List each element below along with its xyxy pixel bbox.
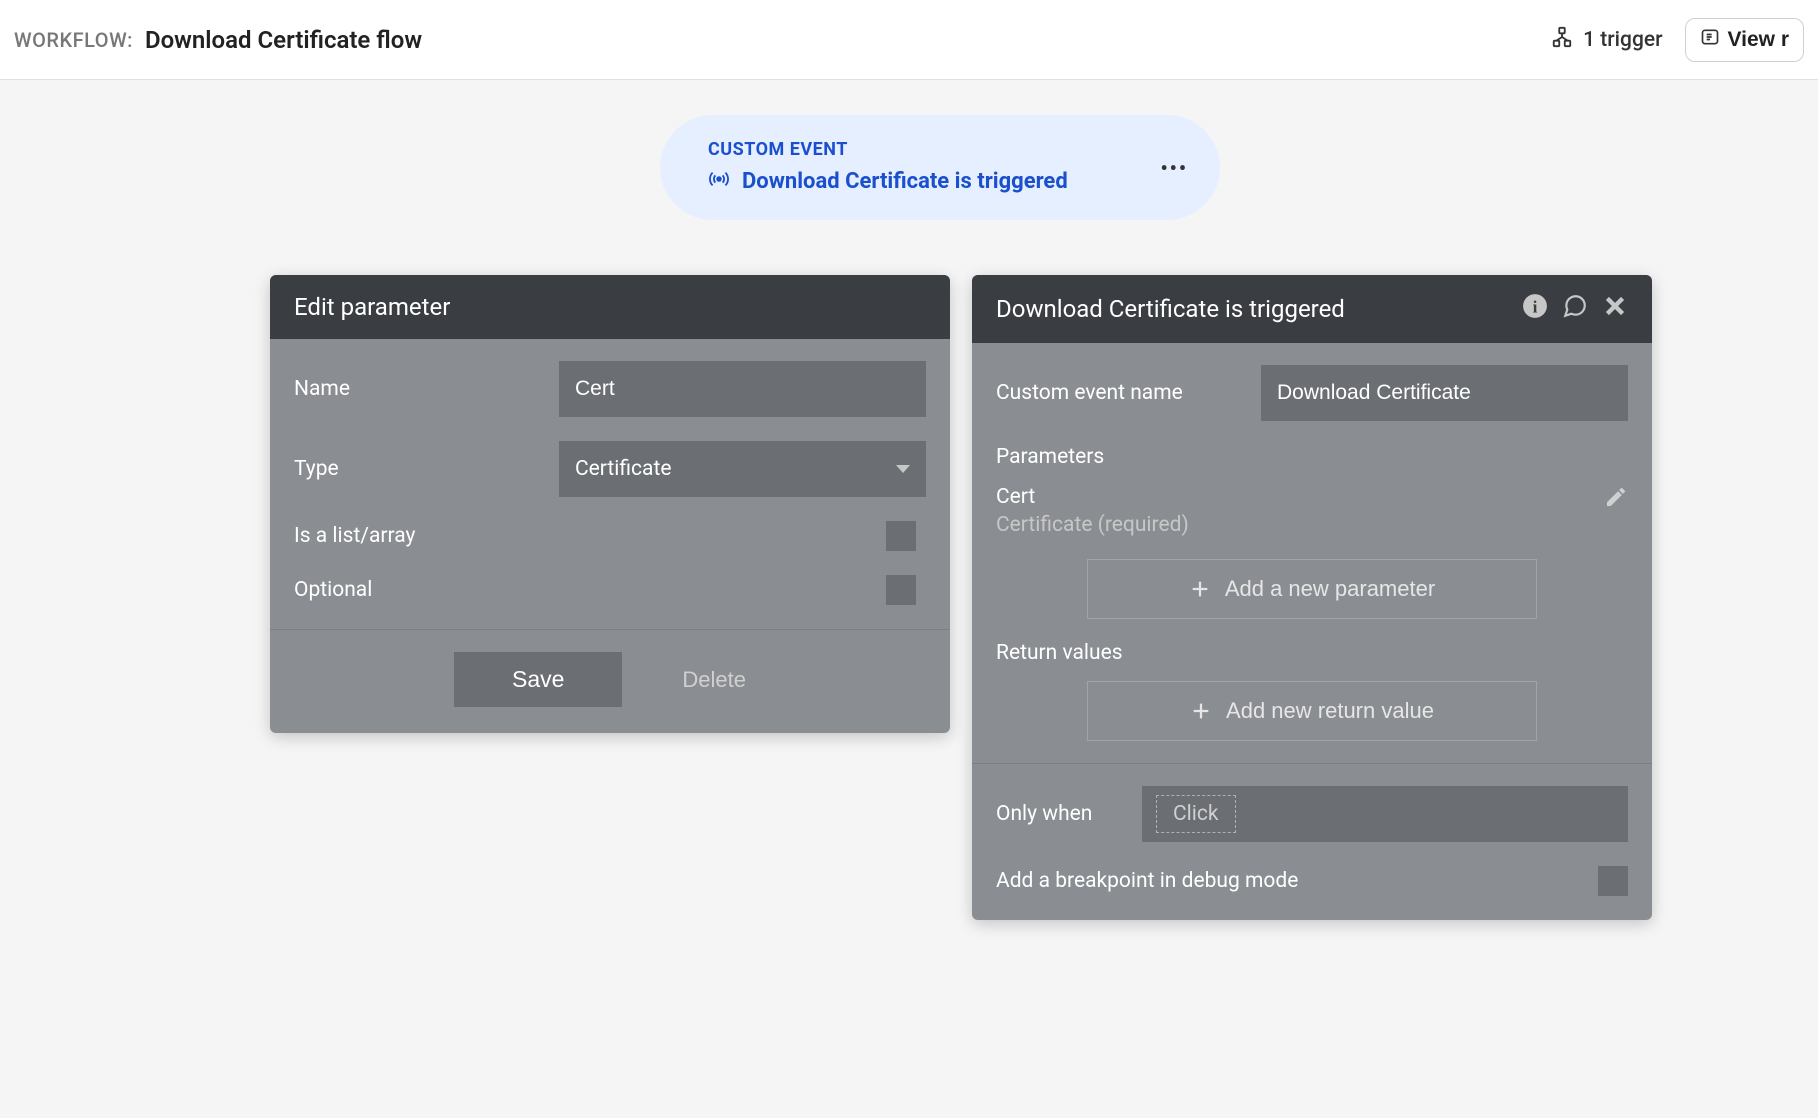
breakpoint-label: Add a breakpoint in debug mode	[996, 869, 1582, 893]
trigger-count[interactable]: 1 trigger	[1551, 26, 1662, 54]
broadcast-icon	[708, 168, 730, 194]
type-row: Type Certificate	[294, 441, 926, 497]
custom-event-name-row: Custom event name	[996, 365, 1628, 421]
optional-checkbox-slot	[559, 575, 926, 605]
name-input[interactable]	[559, 361, 926, 417]
header-right: 1 trigger View r	[1551, 18, 1804, 62]
breakpoint-checkbox[interactable]	[1598, 866, 1628, 896]
event-title-row: Download Certificate is triggered	[708, 168, 1160, 194]
list-checkbox-slot	[559, 521, 926, 551]
trigger-count-text: 1 trigger	[1583, 28, 1662, 52]
svg-text:i: i	[1533, 298, 1538, 317]
event-category-label: CUSTOM EVENT	[708, 139, 1160, 160]
list-checkbox[interactable]	[886, 521, 916, 551]
pencil-icon[interactable]	[1604, 485, 1628, 509]
parameter-subtype: Certificate (required)	[996, 513, 1189, 537]
more-menu-icon[interactable]: •••	[1160, 156, 1188, 180]
add-return-value-label: Add new return value	[1226, 698, 1434, 724]
add-parameter-label: Add a new parameter	[1225, 576, 1435, 602]
parameters-section-title: Parameters	[996, 445, 1628, 469]
type-select-value: Certificate	[575, 457, 671, 481]
info-icon[interactable]: i	[1522, 293, 1548, 325]
canvas-area[interactable]: CUSTOM EVENT Download Certificate is tri…	[0, 80, 1818, 1118]
event-panel-title: Download Certificate is triggered	[996, 295, 1345, 323]
optional-label: Optional	[294, 578, 559, 602]
parameter-item-info: Cert Certificate (required)	[996, 485, 1189, 537]
edit-parameter-panel: Edit parameter Name Type Certificate Is …	[270, 275, 950, 733]
workflow-label: WORKFLOW:	[14, 28, 133, 52]
event-title: Download Certificate is triggered	[742, 169, 1068, 194]
name-label: Name	[294, 377, 559, 401]
custom-event-name-label: Custom event name	[996, 381, 1261, 405]
view-button-label: View r	[1728, 28, 1789, 52]
custom-event-name-input[interactable]	[1261, 365, 1628, 421]
type-label: Type	[294, 457, 559, 481]
header-left: WORKFLOW: Download Certificate flow	[14, 26, 422, 54]
only-when-input[interactable]: Click	[1142, 786, 1628, 842]
only-when-label: Only when	[996, 802, 1126, 826]
event-settings-panel: Download Certificate is triggered i Cust…	[972, 275, 1652, 920]
plus-icon	[1190, 700, 1212, 722]
list-row: Is a list/array	[294, 521, 926, 551]
chevron-down-icon	[896, 465, 910, 473]
edit-panel-title: Edit parameter	[294, 293, 450, 321]
event-panel-body: Custom event name Parameters Cert Certif…	[972, 343, 1652, 896]
parameter-name: Cert	[996, 485, 1189, 509]
view-button[interactable]: View r	[1685, 18, 1804, 62]
delete-button[interactable]: Delete	[662, 652, 766, 707]
workflow-tree-icon	[1551, 26, 1573, 54]
return-values-section-title: Return values	[996, 641, 1628, 665]
workflow-name[interactable]: Download Certificate flow	[145, 26, 422, 54]
only-when-row: Only when Click	[996, 786, 1628, 842]
save-button[interactable]: Save	[454, 652, 622, 707]
section-divider	[972, 763, 1652, 764]
list-label: Is a list/array	[294, 524, 559, 548]
plus-icon	[1189, 578, 1211, 600]
breakpoint-row: Add a breakpoint in debug mode	[996, 866, 1628, 896]
event-panel-header[interactable]: Download Certificate is triggered i	[972, 275, 1652, 343]
optional-row: Optional	[294, 575, 926, 605]
comment-icon[interactable]	[1562, 293, 1588, 325]
add-parameter-button[interactable]: Add a new parameter	[1087, 559, 1537, 619]
page-header: WORKFLOW: Download Certificate flow 1 tr…	[0, 0, 1818, 80]
type-select[interactable]: Certificate	[559, 441, 926, 497]
name-row: Name	[294, 361, 926, 417]
only-when-chip[interactable]: Click	[1156, 795, 1236, 833]
edit-panel-body: Name Type Certificate Is a list/array Op…	[270, 339, 950, 605]
parameter-item: Cert Certificate (required)	[996, 485, 1628, 537]
list-play-icon	[1700, 27, 1720, 53]
edit-panel-header[interactable]: Edit parameter	[270, 275, 950, 339]
event-trigger-node[interactable]: CUSTOM EVENT Download Certificate is tri…	[660, 115, 1220, 220]
optional-checkbox[interactable]	[886, 575, 916, 605]
add-return-value-button[interactable]: Add new return value	[1087, 681, 1537, 741]
edit-panel-footer: Save Delete	[270, 629, 950, 733]
close-icon[interactable]	[1602, 293, 1628, 325]
event-panel-header-icons: i	[1522, 293, 1628, 325]
